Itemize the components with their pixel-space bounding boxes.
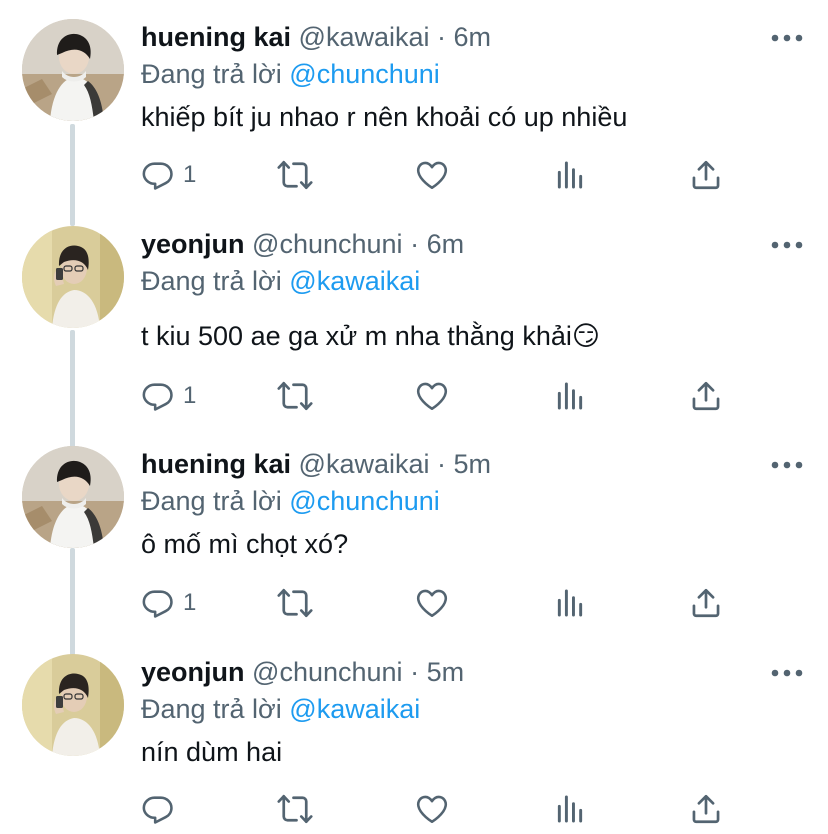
like-icon — [415, 792, 449, 826]
user-handle[interactable]: @kawaikai — [299, 449, 430, 479]
reply-prefix: Đang trả lời — [141, 266, 282, 296]
mention-link[interactable]: @kawaikai — [289, 694, 420, 724]
reply-button[interactable]: 1 — [141, 583, 196, 623]
retweet-icon — [277, 791, 313, 827]
separator-dot: · — [410, 229, 420, 259]
timestamp[interactable]: 6m — [427, 229, 465, 259]
tweet-text: t kiu 500 ae ga xử m nha thằng khải😏 — [141, 321, 600, 351]
tweet-header: huening kai @kawaikai · 5m — [141, 444, 491, 484]
display-name[interactable]: huening kai — [141, 449, 291, 479]
share-icon — [689, 792, 723, 826]
reply-icon — [141, 379, 175, 413]
tweet-header: yeonjun @chunchuni · 5m — [141, 652, 464, 692]
replying-to: Đang trả lời @kawaikai — [141, 689, 420, 729]
like-icon — [415, 586, 449, 620]
analytics-button[interactable] — [554, 583, 586, 623]
like-button[interactable] — [415, 155, 449, 195]
retweet-icon — [277, 157, 313, 193]
analytics-icon — [554, 587, 586, 619]
avatar[interactable] — [22, 654, 124, 756]
like-icon — [415, 158, 449, 192]
like-button[interactable] — [415, 583, 449, 623]
user-handle[interactable]: @chunchuni — [252, 657, 403, 687]
action-bar — [141, 789, 741, 829]
retweet-button[interactable] — [277, 583, 313, 623]
tweet-text: khiếp bít ju nhao r nên khoải có up nhiề… — [141, 102, 628, 132]
action-bar: 1 — [141, 155, 741, 195]
replying-to: Đang trả lời @chunchuni — [141, 54, 440, 94]
reply-button[interactable]: 1 — [141, 155, 196, 195]
more-icon[interactable] — [770, 238, 804, 252]
reply-button[interactable]: 1 — [141, 376, 196, 416]
replying-to: Đang trả lời @chunchuni — [141, 481, 440, 521]
tweet[interactable]: huening kai @kawaikai · 5m Đang trả lời … — [0, 444, 828, 634]
like-button[interactable] — [415, 376, 449, 416]
tweet[interactable]: yeonjun @chunchuni · 6m Đang trả lời @ka… — [0, 224, 828, 424]
like-button[interactable] — [415, 789, 449, 829]
mention-link[interactable]: @chunchuni — [289, 486, 440, 516]
more-icon[interactable] — [770, 31, 804, 45]
action-bar: 1 — [141, 583, 741, 623]
avatar[interactable] — [22, 226, 124, 328]
mention-link[interactable]: @chunchuni — [289, 59, 440, 89]
reply-icon — [141, 586, 175, 620]
analytics-button[interactable] — [554, 789, 586, 829]
action-bar: 1 — [141, 376, 741, 416]
tweet-text: ô mố mì chọt xó? — [141, 529, 349, 559]
retweet-button[interactable] — [277, 376, 313, 416]
user-handle[interactable]: @chunchuni — [252, 229, 403, 259]
display-name[interactable]: yeonjun — [141, 229, 245, 259]
reply-prefix: Đang trả lời — [141, 59, 282, 89]
analytics-icon — [554, 380, 586, 412]
share-button[interactable] — [689, 376, 723, 416]
analytics-icon — [554, 793, 586, 825]
reply-count: 1 — [183, 589, 197, 616]
user-handle[interactable]: @kawaikai — [299, 22, 430, 52]
timestamp[interactable]: 5m — [454, 449, 492, 479]
display-name[interactable]: huening kai — [141, 22, 291, 52]
tweet-header: huening kai @kawaikai · 6m — [141, 17, 491, 57]
tweet-text: nín dùm hai — [141, 737, 283, 767]
like-icon — [415, 379, 449, 413]
reply-icon — [141, 792, 175, 826]
share-icon — [689, 379, 723, 413]
reply-icon — [141, 158, 175, 192]
retweet-icon — [277, 378, 313, 414]
reply-button[interactable] — [141, 789, 183, 829]
separator-dot: · — [437, 449, 447, 479]
reply-prefix: Đang trả lời — [141, 486, 282, 516]
display-name[interactable]: yeonjun — [141, 657, 245, 687]
avatar[interactable] — [22, 446, 124, 548]
timestamp[interactable]: 6m — [454, 22, 492, 52]
share-button[interactable] — [689, 155, 723, 195]
replying-to: Đang trả lời @kawaikai — [141, 261, 420, 301]
avatar[interactable] — [22, 19, 124, 121]
tweet[interactable]: yeonjun @chunchuni · 5m Đang trả lời @ka… — [0, 652, 828, 834]
share-button[interactable] — [689, 789, 723, 829]
more-icon[interactable] — [770, 666, 804, 680]
analytics-button[interactable] — [554, 155, 586, 195]
share-icon — [689, 158, 723, 192]
tweet-header: yeonjun @chunchuni · 6m — [141, 224, 464, 264]
reply-count: 1 — [183, 161, 197, 188]
retweet-button[interactable] — [277, 155, 313, 195]
tweet[interactable]: huening kai @kawaikai · 6m Đang trả lời … — [0, 17, 828, 207]
more-icon[interactable] — [770, 458, 804, 472]
share-button[interactable] — [689, 583, 723, 623]
analytics-button[interactable] — [554, 376, 586, 416]
mention-link[interactable]: @kawaikai — [289, 266, 420, 296]
timestamp[interactable]: 5m — [427, 657, 465, 687]
retweet-button[interactable] — [277, 789, 313, 829]
separator-dot: · — [437, 22, 447, 52]
retweet-icon — [277, 585, 313, 621]
separator-dot: · — [410, 657, 420, 687]
reply-prefix: Đang trả lời — [141, 694, 282, 724]
analytics-icon — [554, 159, 586, 191]
share-icon — [689, 586, 723, 620]
reply-count: 1 — [183, 382, 197, 409]
